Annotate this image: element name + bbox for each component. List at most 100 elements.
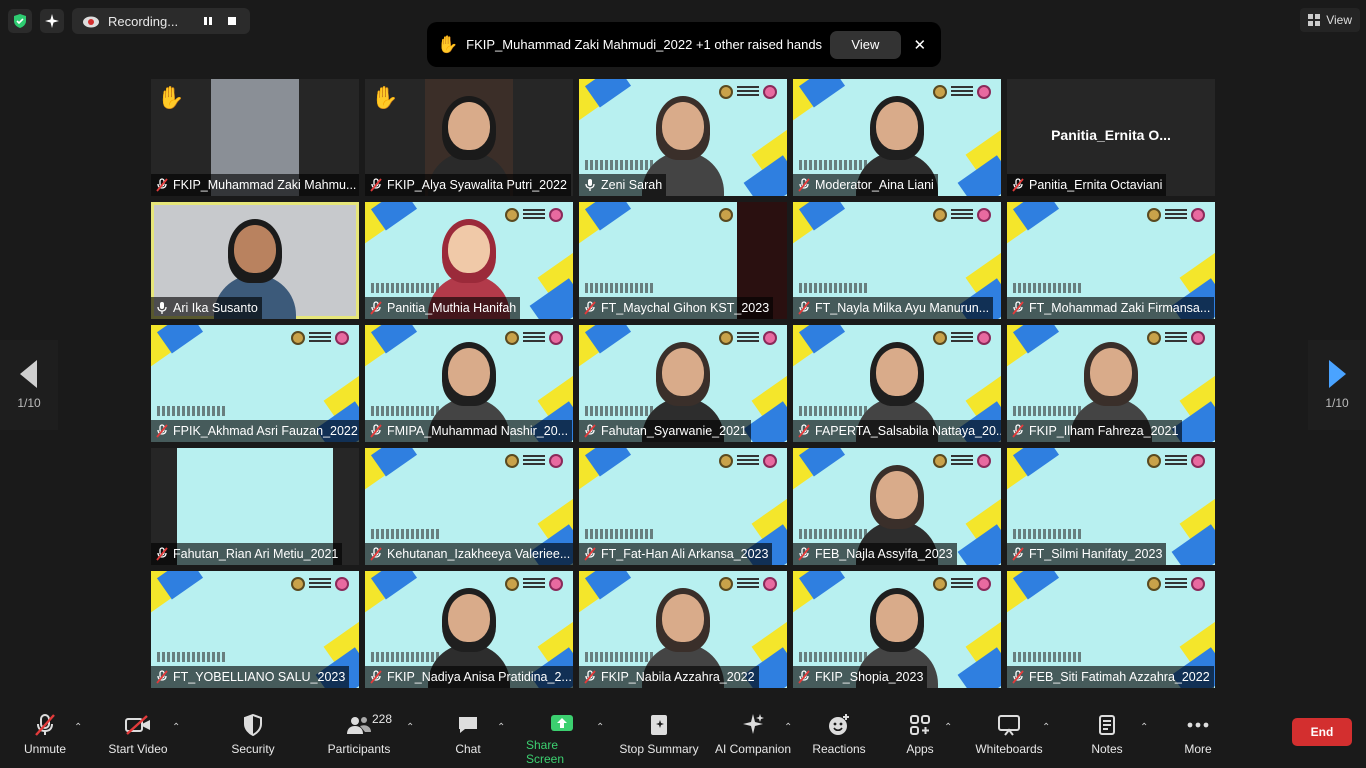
participant-tile[interactable]: Fahutan_Rian Ari Metiu_2021 [151,448,359,565]
start-video-button[interactable]: Start Video [106,710,170,766]
participant-name: Moderator_Aina Liani [815,178,934,192]
meeting-toolbar: Unmute ⌃ Start Video ⌃ Security Particip… [0,706,1366,768]
recording-label: Recording... [108,13,179,29]
mic-muted-icon [155,670,169,684]
mic-muted-icon [797,670,811,684]
apps-button[interactable]: Apps [902,710,938,766]
pause-recording-icon[interactable] [200,13,216,29]
participant-name-bar: FT_Silmi Hanifaty_2023 [1007,543,1167,565]
participant-name: Panitia_Muthia Hanifah [387,301,517,315]
ai-companion-options-caret-icon[interactable]: ⌃ [784,722,792,733]
participant-name-bar: FT_Mohammad Zaki Firmansa... [1007,297,1215,319]
participant-name-bar: FT_Maychal Gihon KST_2023 [579,297,774,319]
next-page-nav[interactable]: 1/10 [1308,340,1366,430]
arrow-left-icon[interactable] [20,360,38,388]
ai-sparkle-icon[interactable] [40,9,64,33]
share-options-caret-icon[interactable]: ⌃ [596,722,604,733]
recording-indicator: Recording... [72,8,250,34]
notes-options-caret-icon[interactable]: ⌃ [1140,722,1148,733]
participant-tile[interactable]: Panitia_Ernita O... Panitia_Ernita Octavi… [1007,79,1215,196]
participants-label: Participants [327,742,391,756]
whiteboards-label: Whiteboards [975,742,1043,756]
more-dots-icon [1185,712,1211,738]
security-button[interactable]: Security [228,710,278,766]
summary-icon [646,712,672,738]
participant-tile[interactable]: Panitia_Muthia Hanifah [365,202,573,319]
mic-muted-icon [583,547,597,561]
participant-tile[interactable]: Moderator_Aina Liani [793,79,1001,196]
participant-tile[interactable]: ✋ FKIP_Alya Syawalita Putri_2022 [365,79,573,196]
participant-tile[interactable]: FPIK_Akhmad Asri Fauzan_2022 [151,325,359,442]
participant-name: FT_Mohammad Zaki Firmansa... [1029,301,1211,315]
notes-button[interactable]: Notes [1088,710,1126,766]
raised-hand-icon: ✋ [437,34,459,54]
participant-name: FKIP_Alya Syawalita Putri_2022 [387,178,567,192]
participant-tile[interactable]: FT_Silmi Hanifaty_2023 [1007,448,1215,565]
share-screen-button[interactable]: Share Screen [526,710,598,766]
end-meeting-button[interactable]: End [1292,718,1352,746]
audio-options-caret-icon[interactable]: ⌃ [74,722,82,733]
participant-tile[interactable]: FAPERTA_Salsabila Nattaya_20... [793,325,1001,442]
participant-tile[interactable]: FKIP_Nabila Azzahra_2022 [579,571,787,688]
participant-name: FT_YOBELLIANO SALU_2023 [173,670,346,684]
zoom-meeting-window: Recording... View ✋ FKIP_Muhammad Zaki M… [0,0,1366,768]
unmute-button[interactable]: Unmute [22,710,68,766]
participant-name: Zeni Sarah [601,178,663,192]
apps-options-caret-icon[interactable]: ⌃ [944,722,952,733]
participant-tile[interactable]: FT_Maychal Gihon KST_2023 [579,202,787,319]
share-screen-label: Share Screen [526,738,565,766]
video-off-icon [125,712,151,738]
apps-label: Apps [906,742,934,756]
mic-muted-icon [1011,178,1025,192]
participant-tile[interactable]: FMIPA_Muhammad Nashir_20... [365,325,573,442]
participants-options-caret-icon[interactable]: ⌃ [406,722,414,733]
more-button[interactable]: More [1180,710,1216,766]
participant-name-bar: FPIK_Akhmad Asri Fauzan_2022 [151,420,359,442]
arrow-right-icon[interactable] [1328,360,1346,388]
mic-active-icon [155,301,169,315]
chat-options-caret-icon[interactable]: ⌃ [497,722,505,733]
stop-recording-icon[interactable] [224,13,240,29]
view-button[interactable]: View [1300,8,1360,32]
participant-tile[interactable]: FT_YOBELLIANO SALU_2023 [151,571,359,688]
participants-button[interactable]: Participants 228 [326,710,392,766]
participant-tile[interactable]: FEB_Najla Assyifa_2023 [793,448,1001,565]
view-label: View [1326,13,1352,27]
participant-tile[interactable]: Fahutan_Syarwanie_2021 [579,325,787,442]
participant-tile[interactable]: Kehutanan_Izakheeya Valeriee... [365,448,573,565]
participant-tile[interactable]: FKIP_Shopia_2023 [793,571,1001,688]
previous-page-nav[interactable]: 1/10 [0,340,58,430]
mic-muted-icon [797,178,811,192]
participant-name: FKIP_Muhammad Zaki Mahmu... [173,178,357,192]
participant-tile[interactable]: FT_Mohammad Zaki Firmansa... [1007,202,1215,319]
whiteboards-button[interactable]: Whiteboards [974,710,1044,766]
page-indicator-right: 1/10 [1325,396,1349,410]
notification-view-button[interactable]: View [830,30,901,59]
participant-tile[interactable]: FEB_Siti Fatimah Azzahra_2022 [1007,571,1215,688]
ai-companion-button[interactable]: AI Companion [714,710,792,766]
participant-tile[interactable]: Zeni Sarah [579,79,787,196]
participant-name-bar: FT_Nayla Milka Ayu Manurun... [793,297,994,319]
close-icon[interactable]: ✕ [909,33,931,57]
security-label: Security [231,742,275,756]
video-options-caret-icon[interactable]: ⌃ [172,722,180,733]
participant-tile[interactable]: ✋ FKIP_Muhammad Zaki Mahmu... [151,79,359,196]
participant-name: FMIPA_Muhammad Nashir_20... [387,424,569,438]
gallery-grid: ✋ FKIP_Muhammad Zaki Mahmu... ✋ FKIP_Alya S… [151,79,1215,688]
raised-hands-text: FKIP_Muhammad Zaki Mahmudi_2022 +1 other… [466,37,823,52]
chat-bubble-icon [455,712,481,738]
participant-tile[interactable]: Ari Ika Susanto [151,202,359,319]
participant-tile[interactable]: FT_Nayla Milka Ayu Manurun... [793,202,1001,319]
participant-name-bar: FEB_Najla Assyifa_2023 [793,543,957,565]
participant-name-bar: FT_YOBELLIANO SALU_2023 [151,666,350,688]
reactions-button[interactable]: Reactions [812,710,866,766]
participant-tile[interactable]: FKIP_Ilham Fahreza_2021 [1007,325,1215,442]
whiteboards-options-caret-icon[interactable]: ⌃ [1042,722,1050,733]
raised-hands-notification: ✋ FKIP_Muhammad Zaki Mahmudi_2022 +1 oth… [427,22,941,67]
participant-tile[interactable]: FKIP_Nadiya Anisa Pratidina_2... [365,571,573,688]
chat-button[interactable]: Chat [452,710,484,766]
participant-tile[interactable]: FT_Fat-Han Ali Arkansa_2023 [579,448,787,565]
stop-summary-button[interactable]: Stop Summary [618,710,700,766]
participant-name-bar: Panitia_Muthia Hanifah [365,297,521,319]
encryption-shield-icon[interactable] [8,9,32,33]
